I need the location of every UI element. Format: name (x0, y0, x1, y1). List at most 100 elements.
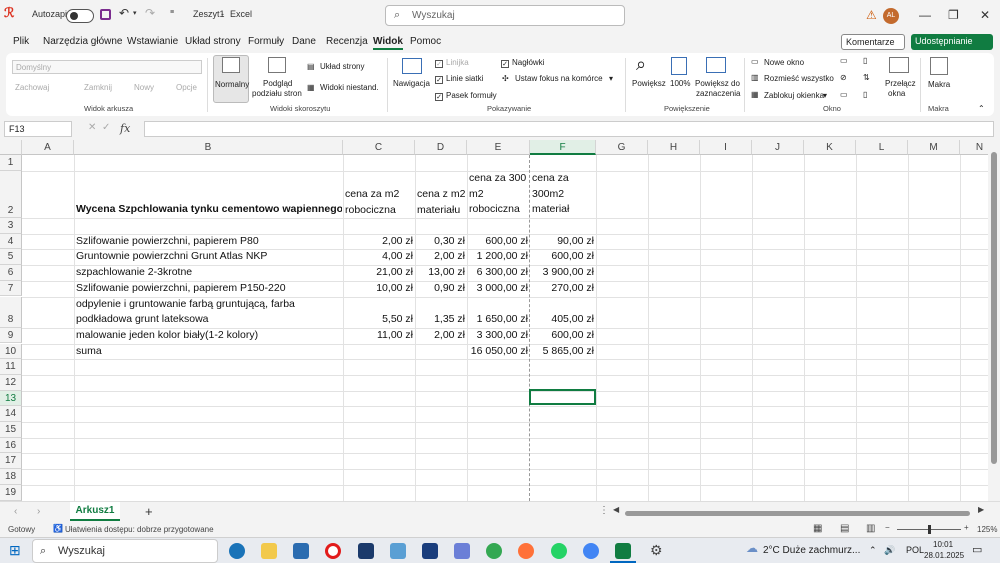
file-explorer-icon[interactable] (261, 543, 277, 559)
column-header[interactable]: C (343, 140, 415, 155)
new-window-button[interactable]: Nowe okno (764, 58, 804, 67)
windows-start-icon[interactable]: ⊞ (9, 542, 21, 559)
sheet-view-dropdown[interactable]: Domyślny (12, 60, 202, 74)
store-icon[interactable] (293, 543, 309, 559)
tab-home[interactable]: Narzędzia główne (43, 36, 123, 47)
cell-total-labor[interactable]: 3 000,00 zł (468, 281, 528, 297)
row-header[interactable]: 3 (0, 218, 22, 234)
row-header[interactable]: 10 (0, 343, 22, 360)
zoom-in-icon[interactable]: + (964, 523, 969, 532)
reset-window-icon[interactable]: ▯ (863, 90, 867, 99)
maximize-icon[interactable]: ❐ (948, 8, 959, 22)
cell-item-name[interactable]: Gruntownie powierzchni Grunt Atlas NKP (76, 249, 342, 265)
cell-price-labor[interactable]: 4,00 zł (344, 249, 413, 265)
column-header[interactable]: A (22, 140, 74, 155)
row-header[interactable]: 7 (0, 280, 22, 297)
cell-price-labor[interactable]: 21,00 zł (344, 265, 413, 281)
focus-cell-button[interactable]: Ustaw fokus na komórce (515, 74, 603, 83)
formula-bar-checkbox[interactable]: ✓ Pasek formuły (435, 91, 497, 101)
freeze-panes-button[interactable]: Zablokuj okienka (764, 91, 824, 100)
zoom-button[interactable]: Powiększ (632, 79, 666, 88)
scroll-right-icon[interactable]: ▶ (978, 505, 984, 514)
row-header[interactable]: 6 (0, 265, 22, 281)
taskbar-search[interactable]: ⌕ Wyszukaj (32, 539, 218, 563)
column-header[interactable]: I (700, 140, 752, 155)
cell-total-labor[interactable]: 3 300,00 zł (468, 328, 528, 344)
zoom-icon[interactable]: ⌕ (636, 54, 646, 75)
cell-sum-label[interactable]: suma (76, 344, 342, 360)
calculator-icon[interactable] (390, 543, 406, 559)
normal-view-status-icon[interactable]: ▦ (813, 523, 822, 534)
page-layout-icon[interactable]: ▤ (307, 62, 315, 71)
clock-date[interactable]: 28.01.2025 (924, 551, 964, 560)
page-break-icon[interactable] (268, 57, 286, 73)
redo-icon[interactable]: ↷ (145, 6, 155, 20)
page-break-label-1[interactable]: Podgląd (263, 79, 292, 88)
freeze-panes-icon[interactable]: ▦ (751, 90, 759, 99)
cell-total-labor[interactable]: 1 200,00 zł (468, 249, 528, 265)
new-window-icon[interactable]: ▭ (751, 57, 759, 66)
quick-access-menu-icon[interactable]: ≡ (170, 9, 174, 16)
options-button[interactable]: Opcje (176, 83, 197, 92)
keep-button[interactable]: Zachowaj (15, 83, 49, 92)
add-sheet-icon[interactable]: + (145, 504, 153, 519)
column-header-selected[interactable]: F (530, 140, 596, 155)
row-header[interactable]: 8 (0, 296, 22, 328)
notifications-icon[interactable]: ▭ (972, 543, 982, 556)
cell-price-labor[interactable]: 11,00 zł (344, 328, 413, 344)
zoom-100-button[interactable]: 100% (670, 79, 690, 88)
minimize-icon[interactable]: — (919, 8, 931, 22)
cell-price-labor[interactable]: 2,00 zł (344, 234, 413, 250)
ruler-checkbox[interactable]: ✓ Linijka (435, 58, 469, 68)
split-icon[interactable]: ▭ (840, 56, 848, 65)
freeze-dropdown-icon[interactable]: ▾ (823, 91, 827, 100)
column-header[interactable]: J (752, 140, 804, 155)
more-options-icon[interactable]: ⋮ (599, 505, 609, 516)
column-header[interactable]: L (856, 140, 908, 155)
focus-cell-icon[interactable]: ✣ (502, 74, 509, 83)
custom-views-icon[interactable]: ▦ (307, 83, 315, 92)
gridlines-checkbox[interactable]: ✓ Linie siatki (435, 74, 483, 84)
tray-expand-icon[interactable]: ⌃ (869, 545, 877, 556)
close-icon[interactable]: ✕ (980, 8, 990, 22)
navigation-button[interactable]: Nawigacja (393, 79, 430, 88)
unhide-window-icon[interactable]: ▭ (840, 90, 848, 99)
accessibility-icon[interactable]: ♿ (53, 524, 63, 533)
whatsapp-icon[interactable] (551, 543, 567, 559)
column-header[interactable]: M (908, 140, 960, 155)
row-header[interactable]: 9 (0, 327, 22, 344)
headings-checkbox[interactable]: ✓ Nagłówki (501, 58, 544, 68)
zoom-100-icon[interactable] (671, 57, 687, 75)
settings-icon[interactable]: ⚙ (650, 542, 663, 559)
horizontal-scroll-thumb[interactable] (625, 511, 970, 516)
row-header[interactable]: 4 (0, 233, 22, 250)
switch-windows-label-1[interactable]: Przełącz (885, 79, 916, 88)
cell-header-f[interactable]: cena za 300m2 materiał (532, 171, 592, 218)
app-icon[interactable] (358, 543, 374, 559)
view-side-by-side-icon[interactable]: ▯ (863, 56, 867, 65)
cell-header-e[interactable]: cena za 300 m2 robociczna (469, 171, 529, 218)
macros-icon[interactable] (930, 57, 948, 75)
zoom-selection-label-2[interactable]: zaznaczenia (696, 89, 740, 98)
cell-total-material[interactable]: 270,00 zł (531, 281, 594, 297)
row-header[interactable]: 11 (0, 359, 22, 375)
clock-time[interactable]: 10:01 (933, 540, 953, 549)
arrange-all-icon[interactable]: ▥ (751, 73, 759, 82)
autosave-toggle[interactable] (66, 9, 94, 23)
row-header-selected[interactable]: 13 (0, 390, 22, 407)
next-sheet-icon[interactable]: › (37, 506, 40, 517)
cell-price-labor[interactable]: 10,00 zł (344, 281, 413, 297)
save-icon[interactable] (100, 9, 111, 20)
row-header[interactable]: 15 (0, 422, 22, 438)
cell-sum-material[interactable]: 5 865,00 zł (531, 344, 594, 360)
cell-total-labor[interactable]: 1 650,00 zł (468, 312, 528, 328)
navigation-icon[interactable] (402, 58, 422, 74)
bank-app-icon[interactable] (422, 543, 438, 559)
cell-total-labor[interactable]: 6 300,00 zł (468, 265, 528, 281)
row-header[interactable]: 18 (0, 469, 22, 485)
cell-item-name[interactable]: Szlifowanie powierzchni, papierem P80 (76, 234, 342, 250)
cell-price-material[interactable]: 0,90 zł (416, 281, 465, 297)
cell-total-labor[interactable]: 600,00 zł (468, 234, 528, 250)
column-header[interactable]: B (74, 140, 343, 155)
cell-item-name[interactable]: szpachlowanie 2-3krotne (76, 265, 342, 281)
